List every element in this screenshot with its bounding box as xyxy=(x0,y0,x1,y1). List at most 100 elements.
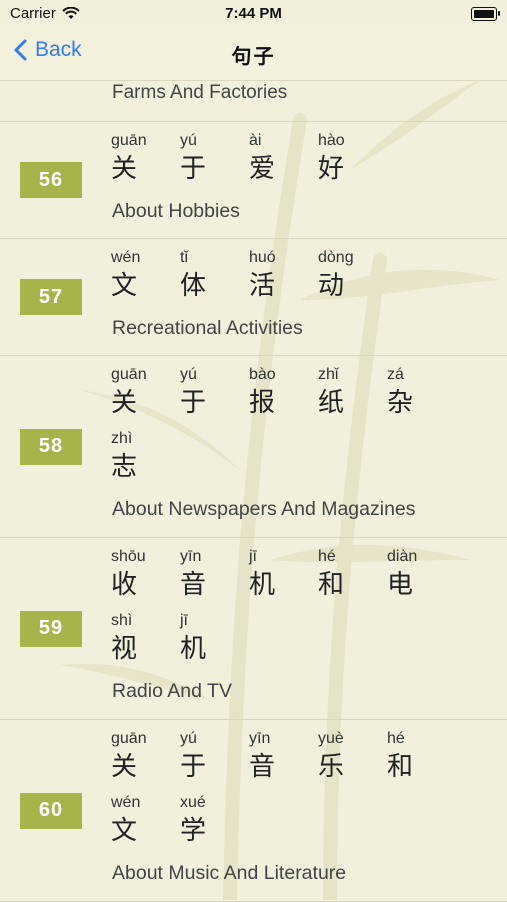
character-cell: guān 关 xyxy=(111,728,180,792)
pinyin-text: diàn xyxy=(387,548,418,565)
lesson-number-badge: 59 xyxy=(20,610,82,647)
character-cell: wén 文 xyxy=(111,247,180,311)
pinyin-text: dòng xyxy=(318,249,354,266)
character-cell: wén 文 xyxy=(111,792,180,856)
pinyin-text: hé xyxy=(318,548,336,565)
character-grid: shōu 收 yīn 音 jī 机 hé 和 diàn 电 shì 视 jī 机 xyxy=(111,546,456,674)
character-cell: yú 于 xyxy=(180,364,249,428)
character-cell: bào 报 xyxy=(249,364,318,428)
character-line: guān 关 yú 于 ài 爱 hào 好 xyxy=(111,130,456,194)
character-cell: jī 机 xyxy=(249,546,318,610)
lesson-title: About Music And Literature xyxy=(112,862,347,884)
character-cell: yú 于 xyxy=(180,728,249,792)
hanzi-text: 好 xyxy=(318,154,345,184)
lesson-number-badge: 56 xyxy=(20,162,82,198)
hanzi-text: 关 xyxy=(111,154,138,184)
character-line: shì 视 jī 机 xyxy=(111,610,456,674)
hanzi-text: 和 xyxy=(387,752,414,782)
pinyin-text: xué xyxy=(180,794,206,811)
character-line: wén 文 tǐ 体 huó 活 dòng 动 xyxy=(111,247,456,311)
hanzi-text: 文 xyxy=(111,816,138,846)
pinyin-text: yuè xyxy=(318,730,344,747)
hanzi-text: 体 xyxy=(180,271,207,301)
lesson-number-badge: 57 xyxy=(20,279,82,315)
character-cell: dòng 动 xyxy=(318,247,387,311)
pinyin-text: wén xyxy=(111,794,141,811)
hanzi-text: 关 xyxy=(111,388,138,418)
hanzi-text: 动 xyxy=(318,271,345,301)
pinyin-text: yú xyxy=(180,730,197,747)
hanzi-text: 视 xyxy=(111,634,138,664)
navigation-bar: Back 句子 xyxy=(0,28,507,81)
hanzi-text: 乐 xyxy=(318,752,345,782)
lesson-title: Farms And Factories xyxy=(112,82,288,103)
character-cell: tǐ 体 xyxy=(180,247,249,311)
list-item-partial[interactable]: Farms And Factories xyxy=(0,81,507,122)
list-item[interactable]: 60 guān 关 yú 于 yīn 音 yuè 乐 hé 和 wén 文 xué 学 About Music… xyxy=(0,720,507,902)
hanzi-text: 音 xyxy=(180,570,207,600)
character-grid: guān 关 yú 于 yīn 音 yuè 乐 hé 和 wén 文 xué 学 xyxy=(111,728,456,856)
pinyin-text: tǐ xyxy=(180,249,188,266)
lesson-title: Radio And TV xyxy=(112,680,232,702)
pinyin-text: guān xyxy=(111,730,147,747)
status-bar: Carrier 7:44 PM xyxy=(0,0,507,28)
character-line: zhì 志 xyxy=(111,428,456,492)
character-cell: hào 好 xyxy=(318,130,387,194)
character-cell: guān 关 xyxy=(111,130,180,194)
hanzi-text: 学 xyxy=(180,816,207,846)
pinyin-text: guān xyxy=(111,366,147,383)
pinyin-text: shōu xyxy=(111,548,146,565)
hanzi-text: 机 xyxy=(249,570,276,600)
hanzi-text: 报 xyxy=(249,388,276,418)
pinyin-text: yīn xyxy=(249,730,271,747)
pinyin-text: wén xyxy=(111,249,141,266)
character-cell: yú 于 xyxy=(180,130,249,194)
character-cell: xué 学 xyxy=(180,792,249,856)
list-item[interactable]: 58 guān 关 yú 于 bào 报 zhǐ 纸 zá 杂 zhì 志 About Newspaper… xyxy=(0,356,507,538)
hanzi-text: 关 xyxy=(111,752,138,782)
hanzi-text: 于 xyxy=(180,154,207,184)
character-cell: ài 爱 xyxy=(249,130,318,194)
pinyin-text: zhǐ xyxy=(318,366,339,383)
pinyin-text: yīn xyxy=(180,548,202,565)
pinyin-text: zá xyxy=(387,366,404,383)
hanzi-text: 于 xyxy=(180,388,207,418)
character-grid: wén 文 tǐ 体 huó 活 dòng 动 xyxy=(111,247,456,311)
hanzi-text: 杂 xyxy=(387,388,414,418)
hanzi-text: 和 xyxy=(318,570,345,600)
list-item[interactable]: 59 shōu 收 yīn 音 jī 机 hé 和 diàn 电 shì 视 jī 机 Radio And T… xyxy=(0,538,507,720)
character-cell: hé 和 xyxy=(318,546,387,610)
hanzi-text: 活 xyxy=(249,271,276,301)
pinyin-text: jī xyxy=(180,612,188,629)
pinyin-text: yú xyxy=(180,132,197,149)
lesson-number-badge: 60 xyxy=(20,792,82,829)
lesson-list: Farms And Factories 56 guān 关 yú 于 ài 爱 hào 好 Abo… xyxy=(0,81,507,902)
hanzi-text: 收 xyxy=(111,570,138,600)
pinyin-text: hé xyxy=(387,730,405,747)
character-grid: guān 关 yú 于 bào 报 zhǐ 纸 zá 杂 zhì 志 xyxy=(111,364,456,492)
lesson-title: About Hobbies xyxy=(112,200,240,222)
page-title: 句子 xyxy=(231,44,276,68)
character-cell: yuè 乐 xyxy=(318,728,387,792)
character-grid: guān 关 yú 于 ài 爱 hào 好 xyxy=(111,130,456,194)
pinyin-text: hào xyxy=(318,132,345,149)
pinyin-text: shì xyxy=(111,612,133,629)
character-cell: shōu 收 xyxy=(111,546,180,610)
character-cell: zhǐ 纸 xyxy=(318,364,387,428)
pinyin-text: ài xyxy=(249,132,262,149)
pinyin-text: yú xyxy=(180,366,197,383)
list-item[interactable]: 57 wén 文 tǐ 体 huó 活 dòng 动 Recreational Activitie… xyxy=(0,239,507,356)
hanzi-text: 于 xyxy=(180,752,207,782)
hanzi-text: 志 xyxy=(111,452,138,482)
character-cell: diàn 电 xyxy=(387,546,456,610)
character-line: guān 关 yú 于 yīn 音 yuè 乐 hé 和 xyxy=(111,728,456,792)
pinyin-text: bào xyxy=(249,366,276,383)
battery-icon xyxy=(471,7,500,21)
pinyin-text: jī xyxy=(249,548,257,565)
hanzi-text: 音 xyxy=(249,752,276,782)
lesson-title: About Newspapers And Magazines xyxy=(112,498,416,520)
lesson-title: Recreational Activities xyxy=(112,317,303,339)
character-cell: hé 和 xyxy=(387,728,456,792)
list-item[interactable]: 56 guān 关 yú 于 ài 爱 hào 好 About Hobbies xyxy=(0,122,507,239)
character-cell: zá 杂 xyxy=(387,364,456,428)
